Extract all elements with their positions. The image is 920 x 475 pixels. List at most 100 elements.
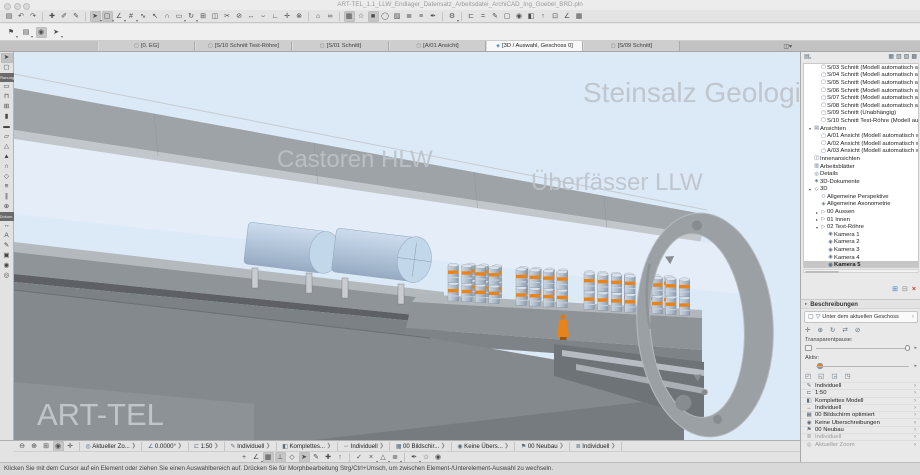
quick-option-row[interactable]: ◧Komplettes Modell› <box>801 397 920 404</box>
tree-item[interactable]: ▾▷02 Test-Röhre <box>804 223 918 231</box>
quick-option-row[interactable]: ⊏1:50› <box>801 389 920 396</box>
layer-combo-icon[interactable]: ▤▾ <box>21 27 32 38</box>
quick-option-row[interactable]: ↔Individuell› <box>801 404 920 411</box>
tree-item[interactable]: ◉Kamera 3 <box>804 246 918 254</box>
pick-reference-icon[interactable]: ✛ <box>805 326 810 334</box>
document-icon[interactable]: ▢ <box>502 11 513 22</box>
film-icon[interactable]: ▦ <box>574 11 585 22</box>
tree-horizontal-scrollbar[interactable] <box>803 269 919 273</box>
slider-arrow-icon[interactable]: ▸ <box>914 345 917 351</box>
tree-item[interactable]: ▢S/05 Schnitt (Modell automatisch wieder… <box>804 79 918 87</box>
scrollbar-thumb[interactable] <box>805 271 839 274</box>
slider-arrow-icon[interactable]: ▸ <box>914 363 917 369</box>
add-reference-icon[interactable]: ⊕ <box>817 326 822 334</box>
reference-settings-icon[interactable]: ⊘ <box>855 326 860 334</box>
tree-item[interactable]: ▢S/07 Schnitt (Modell automatisch wieder… <box>804 94 918 102</box>
tree-item[interactable]: ▸▷01 Innen <box>804 216 918 224</box>
project-map-icon[interactable]: ▦ <box>888 53 894 62</box>
mesh-tool-icon[interactable]: ▲ <box>1 152 13 162</box>
marquee-tool-icon[interactable]: ▢ <box>1 63 13 73</box>
renovation-flag-icon[interactable]: ⚑▾ <box>6 27 17 38</box>
slab-tool-icon[interactable]: ▱ <box>1 132 13 142</box>
selection-icon[interactable]: ■ <box>368 11 379 22</box>
snap-grid-icon[interactable]: #▾ <box>126 11 137 22</box>
tree-item[interactable]: ▢S/03 Schnitt (Modell automatisch wieder… <box>804 64 918 72</box>
3d-viewport[interactable]: Steinsalz Geologie Castoren HLW Überfäss… <box>14 52 800 440</box>
wall-tool-icon[interactable]: ▭ <box>1 82 13 92</box>
statusbar-pen-set-control[interactable]: ✎Individuell❯ <box>228 443 273 450</box>
window-tool-icon[interactable]: ⊞ <box>1 102 13 112</box>
measure-icon[interactable]: ⊘ <box>234 11 245 22</box>
profile-person-icon[interactable]: ◉ <box>36 27 47 38</box>
undo-icon[interactable]: ↶ <box>16 11 27 22</box>
explode-icon[interactable]: ⊗ <box>294 11 305 22</box>
tree-item[interactable]: ◉Kamera 5 <box>804 261 918 268</box>
select-arrow-icon[interactable]: ➤▾ <box>90 11 101 22</box>
settings2-icon[interactable]: ◳ <box>844 372 850 380</box>
beam-tool-icon[interactable]: ▬ <box>1 122 13 132</box>
ruler-icon[interactable]: ⊏ <box>466 11 477 22</box>
railing-tool-icon[interactable]: ∥ <box>1 192 13 202</box>
tree-item[interactable]: ◈Allgemeine Axonometrie <box>804 201 918 209</box>
tab-overflow-icon[interactable]: ◫▾ <box>783 43 792 50</box>
layers-icon[interactable]: ≣ <box>404 11 415 22</box>
statusbar-zoom-control[interactable]: ◎Aktueller Zo...❯ <box>83 443 138 450</box>
snap-line-icon[interactable]: ∿ <box>138 11 149 22</box>
settings-icon[interactable]: ⚙▾ <box>447 11 458 22</box>
tree-item[interactable]: ◇Allgemeine Perspektive <box>804 193 918 201</box>
quick-option-row[interactable]: ◉Keine Überschreibungen› <box>801 418 920 425</box>
dimension-tool-icon[interactable]: ↔ <box>1 221 13 231</box>
detail-item-tool-icon[interactable]: ◎ <box>1 271 13 281</box>
slider-thumb[interactable] <box>905 345 911 351</box>
column-tool-icon[interactable]: ▮ <box>1 112 13 122</box>
quick-option-row[interactable]: ◎Aktueller Zoom› <box>801 440 920 447</box>
keyboard-icon[interactable]: ▦ <box>344 11 355 22</box>
statusbar-scale-control[interactable]: ⊏1:50❯ <box>192 443 222 450</box>
brush-icon[interactable]: ✒ <box>428 11 439 22</box>
tree-item[interactable]: ▢A/03 Ansicht (Modell automatisch wieder… <box>804 148 918 156</box>
magic-icon[interactable]: ☆ <box>421 452 432 463</box>
save-current-view-icon[interactable]: ⊞ <box>892 285 898 294</box>
statusbar-pen-table-control[interactable]: ▦00 Bildschir...❯ <box>393 443 448 450</box>
up-icon[interactable]: ↑ <box>538 11 549 22</box>
home-icon[interactable]: ⌂ <box>313 11 324 22</box>
wand-icon[interactable]: ✚ <box>47 11 58 22</box>
quick-option-row[interactable]: ✎Individuell› <box>801 382 920 389</box>
trace-reference-dropdown[interactable]: ▢ ▽ Unter dem aktuellen Geschoss › <box>804 311 918 323</box>
pet-icon[interactable]: ◉ <box>433 452 444 463</box>
tree-item[interactable]: ▢A/01 Ansicht (Modell automatisch wieder… <box>804 132 918 140</box>
tree-item[interactable]: ▢S/10 Schnitt Test-Röhre (Modell automat… <box>804 117 918 125</box>
slider-swatch[interactable] <box>805 345 812 351</box>
slider-track[interactable] <box>816 366 909 367</box>
rotate-reference-icon[interactable]: ↻ <box>830 326 835 334</box>
brush-icon[interactable]: ✒▾ <box>409 452 420 463</box>
confirm-icon[interactable]: ✓ <box>354 452 365 463</box>
tab-6[interactable]: ▢[S/09 Schnitt] <box>583 41 680 51</box>
cursor-snap-icon[interactable]: ↖ <box>150 11 161 22</box>
guide-icon[interactable]: ▦ <box>263 452 274 463</box>
visibility-icon[interactable]: ◱ <box>818 372 824 380</box>
tree-item[interactable]: ◉Kamera 4 <box>804 254 918 262</box>
adjust-icon[interactable]: ✛ <box>282 11 293 22</box>
tree-item[interactable]: ◫Innenansichten <box>804 155 918 163</box>
cancel-icon[interactable]: ×▾ <box>366 452 377 463</box>
plus-icon[interactable]: ✚ <box>323 452 334 463</box>
text-tool-icon[interactable]: A <box>1 231 13 241</box>
globe-icon[interactable]: ◯ <box>380 11 391 22</box>
transform-icon[interactable]: △▾ <box>378 452 389 463</box>
link-icon[interactable]: ∞ <box>325 11 336 22</box>
elevate-icon[interactable]: ↑ <box>335 452 346 463</box>
options-icon[interactable]: ≣▾ <box>390 452 401 463</box>
magnet-icon[interactable]: ∩ <box>162 11 173 22</box>
quick-option-row[interactable]: ≣Individuell› <box>801 433 920 440</box>
statusbar-orientation-control[interactable]: ∠0.0000°❯ <box>145 443 184 450</box>
camera-tool-tool-icon[interactable]: ◉ <box>1 261 13 271</box>
statusbar-graphic-override-control[interactable]: ◉Keine Übers...❯ <box>455 443 511 450</box>
coord-grid-icon[interactable]: + <box>239 452 250 463</box>
profile-icon[interactable]: ◧ <box>526 11 537 22</box>
pencil-icon[interactable]: ✎ <box>311 452 322 463</box>
relative-icon[interactable]: ◇ <box>287 452 298 463</box>
statusbar-renovation-filter-control[interactable]: ⚑00 Neubau❯ <box>518 443 566 450</box>
select-arrow-tool-icon[interactable]: ➤ <box>1 53 13 63</box>
snap-icon[interactable]: ∠▾ <box>251 452 262 463</box>
